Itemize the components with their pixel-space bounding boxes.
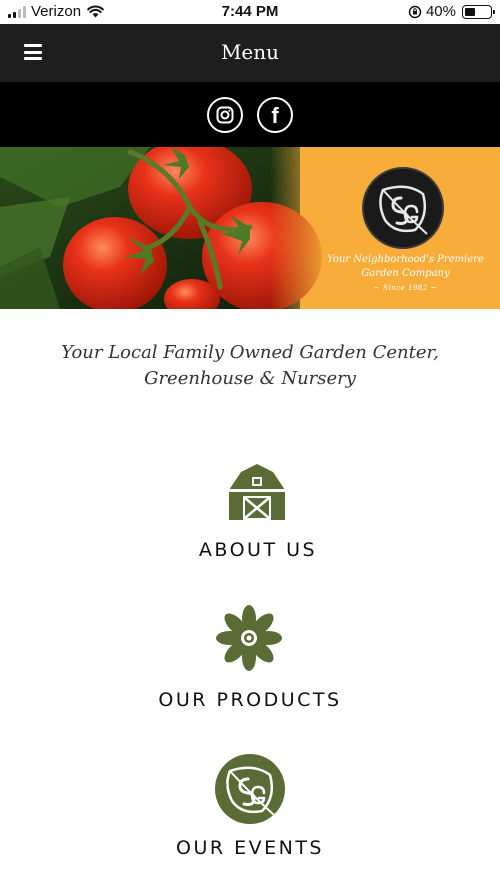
facebook-button[interactable]: f <box>257 96 293 133</box>
status-right: 40% <box>408 3 495 20</box>
social-bar: f <box>0 82 500 147</box>
instagram-button[interactable] <box>207 96 243 133</box>
facebook-icon: f <box>271 102 279 128</box>
leaf-logo-icon <box>215 754 285 824</box>
instagram-icon <box>216 106 234 123</box>
about-us-section[interactable]: ABOUT US <box>0 462 500 561</box>
our-events-label[interactable]: OUR EVENTS <box>0 837 500 859</box>
tagline-line-1: Your Neighborhood's Premiere <box>327 254 484 265</box>
nav-bar: Menu <box>0 24 500 82</box>
our-products-section[interactable]: OUR PRODUCTS <box>0 605 500 711</box>
since-text: ~ Since 1982 ~ <box>374 284 437 292</box>
orientation-lock-icon <box>408 5 422 18</box>
headline-line-1: Your Local Family Owned Garden Center, <box>61 342 439 363</box>
battery-percent: 40% <box>425 3 456 20</box>
brand-logo[interactable] <box>362 167 444 249</box>
headline-line-2: Greenhouse & Nursery <box>144 368 356 389</box>
leaf-logo-icon <box>379 185 428 235</box>
page-headline: Your Local Family Owned Garden Center, G… <box>0 340 500 392</box>
tagline-line-2: Garden Company <box>361 268 450 279</box>
our-products-label[interactable]: OUR PRODUCTS <box>0 689 500 711</box>
status-bar: Verizon 7:44 PM 40% <box>0 0 500 24</box>
banner-tagline: Your Neighborhood's Premiere Garden Comp… <box>323 253 488 281</box>
our-events-section[interactable]: OUR EVENTS <box>0 753 500 859</box>
flower-icon <box>216 605 282 671</box>
menu-title[interactable]: Menu <box>0 40 500 64</box>
battery-icon <box>462 4 495 19</box>
about-us-label[interactable]: ABOUT US <box>0 539 500 561</box>
barn-icon <box>227 464 287 520</box>
hero-banner: Your Neighborhood's Premiere Garden Comp… <box>0 147 500 309</box>
tomato-photo <box>0 147 330 309</box>
